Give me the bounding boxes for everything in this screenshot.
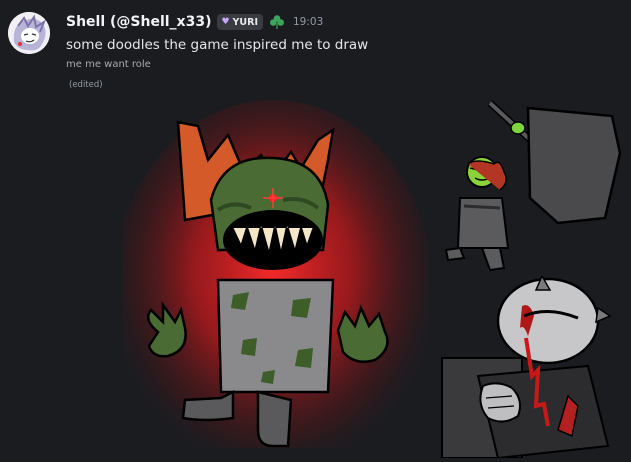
- edited-label: (edited): [69, 80, 103, 90]
- avatar-image: [8, 12, 50, 54]
- message-content: some doodles the game inspired me to dra…: [66, 37, 369, 53]
- red-monster-drawing: [113, 100, 433, 462]
- heart-icon: ♥: [221, 17, 230, 27]
- author-name[interactable]: Shell (@Shell_x33): [66, 14, 211, 30]
- server-tag[interactable]: ♥ YURI: [217, 14, 263, 30]
- hammer-character-drawing: [444, 100, 622, 272]
- message-header: Shell (@Shell_x33) ♥ YURI 19:03: [66, 11, 623, 33]
- image-attachment-2[interactable]: [430, 98, 625, 274]
- image-attachment-3[interactable]: [438, 274, 631, 460]
- timestamp[interactable]: 19:03: [293, 16, 323, 28]
- message-subtext: me me want role: [66, 59, 151, 70]
- image-attachment-1[interactable]: [113, 100, 433, 462]
- clover-icon[interactable]: [269, 14, 285, 30]
- grey-character-drawing: [441, 274, 612, 460]
- avatar[interactable]: [8, 12, 50, 54]
- server-tag-label: YURI: [232, 16, 258, 28]
- message: Shell (@Shell_x33) ♥ YURI 19:03 some doo…: [66, 11, 623, 90]
